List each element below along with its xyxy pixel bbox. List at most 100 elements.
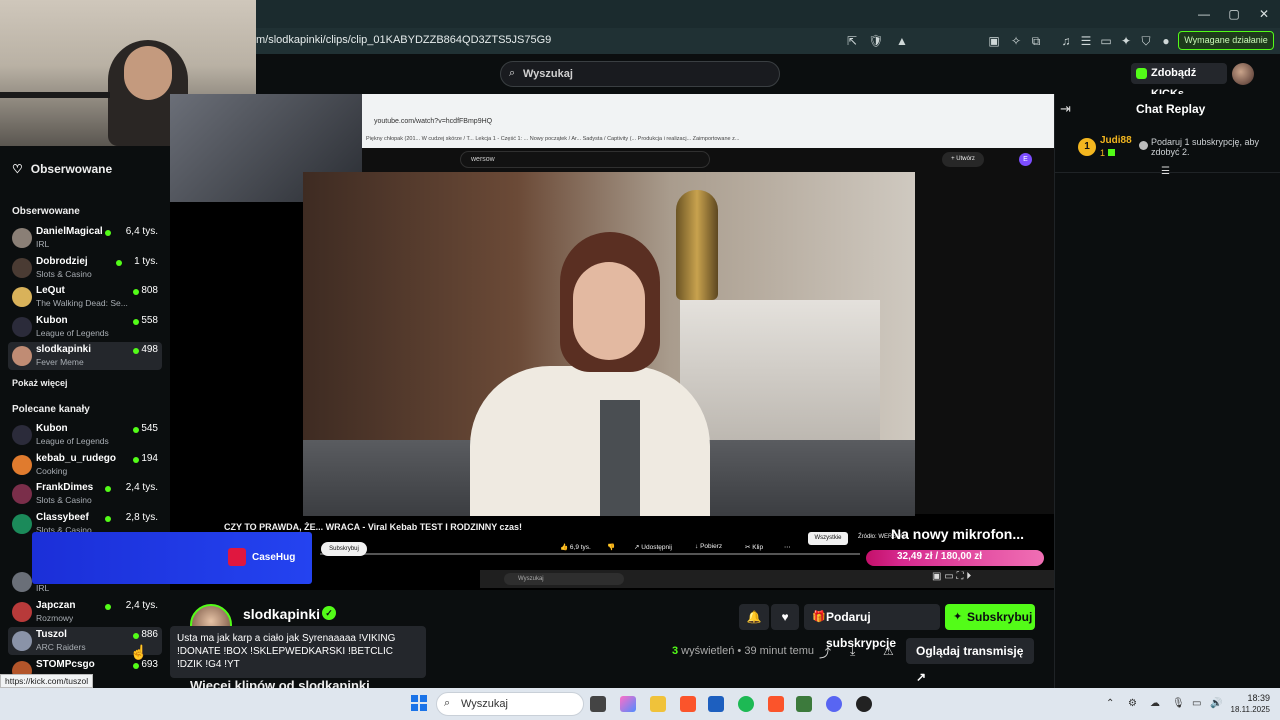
tray-network-icon[interactable]: ▭: [1192, 698, 1201, 709]
youtube-bookmarks: Piękny chłopak (201... W cudzej skórze /…: [366, 136, 740, 142]
clip-views: 3 wyświetleń • 39 minut temu: [672, 645, 815, 657]
chat-panel: [1054, 94, 1280, 694]
tray-cloud-icon[interactable]: ☁: [1150, 698, 1160, 709]
viewer-count: 1 tys.: [134, 255, 158, 267]
channel-name: LeQut: [36, 285, 65, 296]
clock-date[interactable]: 18.11.2025: [1222, 705, 1270, 714]
channel-avatar: [12, 631, 32, 651]
channel-name: Dobrodziej: [36, 255, 88, 267]
channel-category: Slots & Casino: [36, 495, 92, 505]
leo-icon[interactable]: ✦: [1118, 33, 1134, 49]
url-text[interactable]: m/slodkapinki/clips/clip_01KABYDZZB864QD…: [256, 34, 551, 46]
followed-channel-row[interactable]: slodkapinki Fever Meme 498: [8, 342, 162, 370]
windows-start-icon[interactable]: [411, 695, 427, 711]
brave-rewards-icon[interactable]: ▲: [894, 33, 910, 49]
brave-icon[interactable]: [680, 696, 696, 712]
status-url: https://kick.com/tuszol: [0, 674, 94, 688]
tray-volume-icon[interactable]: 🔊: [1210, 698, 1222, 709]
followed-channel-row[interactable]: DanielMagical IRL 6,4 tys.: [8, 224, 162, 252]
user-avatar[interactable]: [1232, 63, 1254, 85]
channel-category: Cooking: [36, 465, 68, 476]
tray-chevron-icon[interactable]: ⌃: [1106, 698, 1114, 709]
recommended-channel-row[interactable]: FrankDimes Slots & Casino 2,4 tys.: [8, 480, 162, 508]
youtube-search: wersow: [460, 151, 710, 168]
store-icon[interactable]: [708, 696, 724, 712]
viewer-count: 2,4 tys.: [125, 482, 158, 493]
download-icon[interactable]: ⤓: [850, 644, 855, 659]
required-action-button[interactable]: Wymagane działanie: [1178, 31, 1274, 50]
pendant-lamp: [676, 190, 718, 300]
music-icon[interactable]: ♫: [1058, 33, 1074, 49]
vpn-icon[interactable]: ⛉: [1138, 33, 1154, 49]
copilot-icon[interactable]: [620, 696, 636, 712]
screenshot-icon[interactable]: ⧉: [1028, 33, 1044, 49]
sponsor-name: CaseHug: [252, 552, 296, 563]
puzzle-icon[interactable]: ✧: [1008, 33, 1024, 49]
viewer-count: 6,4 tys.: [125, 226, 158, 237]
minimize-icon[interactable]: —: [1196, 6, 1212, 22]
youtube-dislike-icon: 👎: [607, 544, 616, 551]
search-placeholder: Wyszukaj: [523, 68, 573, 80]
taskbar-search[interactable]: Wyszukaj: [436, 692, 584, 716]
recommended-channel-row[interactable]: Japczan Rozmowy 2,4 tys.: [8, 598, 162, 626]
file-explorer-icon[interactable]: [650, 696, 666, 712]
report-icon[interactable]: ⚠: [883, 644, 894, 658]
brave-shield-icon[interactable]: 🛡: [868, 33, 884, 49]
channel-category: IRL: [36, 583, 50, 593]
channel-avatar: [12, 228, 32, 248]
profile-icon[interactable]: ●: [1158, 33, 1174, 49]
followed-channel-row[interactable]: Dobrodziej Slots & Casino 1 tys.: [8, 254, 162, 282]
share-page-icon[interactable]: ⇱: [844, 33, 860, 49]
brave-active-icon[interactable]: [768, 696, 784, 712]
spotify-icon[interactable]: [738, 696, 754, 712]
wallet-icon[interactable]: ▭: [1098, 33, 1114, 49]
channel-category: Slots & Casino: [36, 268, 92, 279]
collapse-chat-icon[interactable]: ⇥: [1060, 101, 1071, 117]
nav-followed[interactable]: ♡ Obserwowane: [12, 162, 112, 176]
followed-channel-row[interactable]: Kubon League of Legends 558: [8, 313, 162, 341]
channel-name: FrankDimes: [36, 482, 94, 493]
viewer-count: 558: [141, 314, 158, 326]
calculator-icon[interactable]: [796, 696, 812, 712]
star-icon: ✦: [953, 611, 963, 623]
chat-message: Podaruj 1 subskrypcję, aby zdobyć 2.: [1151, 137, 1260, 157]
close-icon[interactable]: ✕: [1256, 6, 1272, 22]
chat-user-count: 1: [1100, 148, 1115, 158]
channel-name: kebab_u_rudego: [36, 452, 117, 464]
playlist-icon[interactable]: ☰: [1078, 33, 1094, 49]
channel-name[interactable]: slodkapinki: [243, 606, 320, 622]
recommended-channel-row[interactable]: Kubon League of Legends 545: [8, 421, 162, 449]
tray-mic-icon[interactable]: 🎙: [1172, 698, 1185, 709]
share-icon[interactable]: ⤴: [819, 644, 831, 661]
task-view-icon[interactable]: [590, 696, 606, 712]
recommended-heading: Polecane kanały: [12, 404, 90, 415]
player-controls[interactable]: ▣ ▭ ⛶ ⏵: [932, 571, 971, 582]
channel-name: slodkapinki: [36, 344, 92, 355]
maximize-icon[interactable]: ▢: [1226, 6, 1242, 22]
show-more-link[interactable]: Pokaż więcej: [12, 378, 68, 388]
obs-icon[interactable]: [856, 696, 872, 712]
extension-icon[interactable]: ▣: [986, 33, 1002, 49]
channel-category: ARC Raiders: [36, 642, 86, 652]
youtube-clip: ✂ Klip: [745, 544, 764, 551]
channel-name: Japczan: [36, 599, 76, 611]
recommended-channel-row[interactable]: kebab_u_rudego Cooking 194: [8, 451, 162, 479]
discord-icon[interactable]: [826, 696, 842, 712]
channel-avatar: [12, 257, 32, 278]
channel-name: Classybeef: [36, 511, 89, 523]
youtube-create-button: + Utwórz: [942, 152, 984, 167]
notifications-button[interactable]: 🔔: [739, 604, 769, 630]
followed-channel-row[interactable]: LeQut The Walking Dead: Se... 808: [8, 283, 162, 311]
mouse-cursor-icon: ☝: [130, 644, 148, 660]
kicks-icon: [1136, 68, 1147, 79]
clock-time[interactable]: 18:39: [1234, 693, 1270, 703]
person-shirt: [600, 400, 640, 516]
live-dot-icon: [105, 603, 112, 610]
chat-filter-icon[interactable]: ☰: [1161, 166, 1170, 177]
watch-stream-button[interactable]: Oglądaj transmisję ↗: [906, 638, 1034, 684]
tray-app-icon[interactable]: ⚙: [1128, 698, 1137, 709]
follow-heart-button[interactable]: ♥: [771, 604, 799, 630]
chat-username[interactable]: Judi88: [1100, 135, 1132, 146]
search-icon: ⌕: [444, 697, 451, 709]
stream-overlay-text: Na nowy mikrofon...: [891, 526, 1025, 542]
